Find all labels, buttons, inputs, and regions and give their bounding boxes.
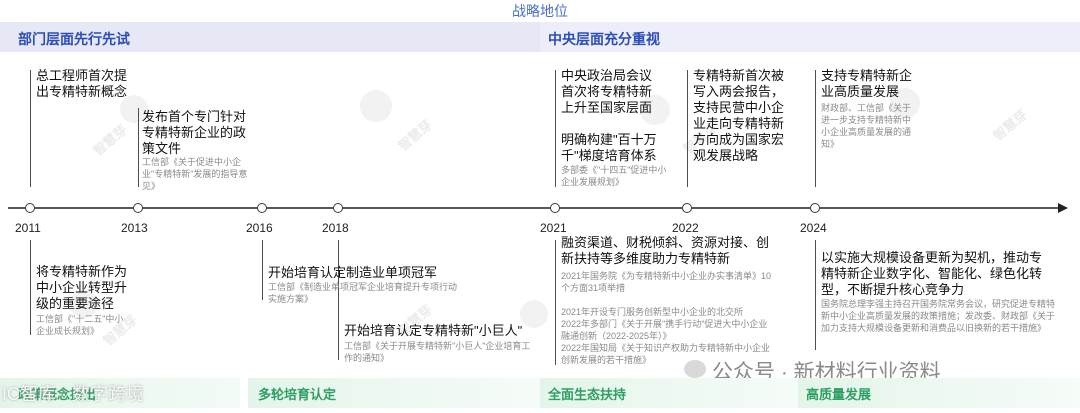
timeline-node-2024 <box>810 203 820 213</box>
year-label: 2011 <box>15 221 41 235</box>
event-2021-tier-title: 明确构建"百十万千"梯度培育体系 <box>561 132 657 163</box>
event-2021-below-note: 2021年开设专门服务创新型中小企业的北交所 <box>561 307 744 317</box>
timeline-node-2011 <box>25 203 35 213</box>
event-2022-above-title: 专精特新首次被写入两会报告，支持民营中小企业走向专精特新方向成为国家宏观发展战略 <box>693 68 785 163</box>
phase-label-left: 部门层面先行先试 <box>18 31 130 47</box>
wechat-icon <box>684 360 706 378</box>
connector-line <box>555 240 556 365</box>
connector-line <box>815 240 816 350</box>
event-2024-above-note: 财政部、工信部《关于进一步支持专精特新中小企业高质量发展的通知》 <box>821 103 912 149</box>
event-2021-below-note: 2021年国务院《为专精特新中小企业办实事清单》10个方面31项举措 <box>561 271 772 293</box>
year-label: 2024 <box>800 221 827 235</box>
corner-watermark: IC智库 · 数字跨境 <box>2 384 144 404</box>
event-2024-below-title: 以实施大规模设备更新为契机，推动专精特新企业数字化、智能化、绿色化转型，不断提升… <box>821 250 1043 297</box>
event-2011-below-title: 将专精特新作为中小企业转型升级的重要途径 <box>36 264 128 311</box>
page-title: 战略地位 <box>512 3 568 19</box>
year-label: 2016 <box>246 221 273 235</box>
event-2016-below-note: 工信部《制造业单项冠军企业培育提升专项行动实施方案》 <box>268 282 458 304</box>
event-2013-above-title: 发布首个专门针对专精特新企业的政策文件 <box>142 109 247 156</box>
year-label: 2021 <box>540 221 567 235</box>
timeline-node-2021 <box>550 203 560 213</box>
event-2018-below-note: 工信部《关于开展专精特新"小巨人"企业培育工作的通知》 <box>344 341 531 363</box>
year-label: 2022 <box>672 221 699 235</box>
connector-line <box>30 240 31 335</box>
timeline-axis <box>8 203 1068 213</box>
timeline-node-2018 <box>333 203 343 213</box>
event-2011-above-title: 总工程师首次提出专精特新概念 <box>36 68 128 99</box>
event-2021-below-note: 2022年多部门《关于开展"携手行动"促进大中小企业融通创新（2022-2025… <box>561 319 768 341</box>
event-2021-tier-note: 多部委《"十四五"促进中小企业发展规划》 <box>561 165 667 187</box>
event-2024-above-title: 支持专精特新企业高质量发展 <box>821 68 913 99</box>
watermark-text: 智慧芽 <box>990 106 1030 144</box>
event-2011-below-note: 工信部《"十二五"中小企业成长规划》 <box>36 314 124 336</box>
event-2021-below-title: 融资渠道、财税倾斜、资源对接、创新扶持等多维度助力专精特新 <box>561 235 770 266</box>
connector-line <box>815 70 816 187</box>
event-2021-above-title: 中央政治局会议首次将专精特新上升至国家层面 <box>561 68 653 115</box>
watermark-text: 智慧芽 <box>90 121 130 159</box>
event-2018-below-title: 开始培育认定专精特新"小巨人" <box>344 323 523 338</box>
phase-label-bottom: 高质量发展 <box>806 387 872 402</box>
phase-label-right: 中央层面充分重视 <box>548 31 660 47</box>
phase-label-bottom: 全面生态扶持 <box>548 387 627 402</box>
watermark-text: 智慧芽 <box>395 116 435 154</box>
year-label: 2013 <box>121 221 148 235</box>
connector-line <box>262 240 263 300</box>
timeline-node-2022 <box>682 203 692 213</box>
event-2016-below-title: 开始培育认定制造业单项冠军 <box>268 265 438 280</box>
connector-line <box>30 70 31 187</box>
watermark-logo <box>360 90 392 122</box>
connector-line <box>138 108 139 187</box>
timeline-node-2013 <box>133 203 143 213</box>
event-2013-above-note: 工信部《关于促进中小企业"专精特新"发展的指导意见》 <box>142 157 248 191</box>
year-label: 2018 <box>322 221 349 235</box>
connector-line <box>687 70 688 187</box>
phase-label-bottom: 多轮培育认定 <box>258 387 337 402</box>
timeline-node-2016 <box>257 203 267 213</box>
event-2024-below-note: 国务院总理李强主持召开国务院常务会议，研究促进专精特新中小企业高质量发展的政策措… <box>821 299 1056 333</box>
connector-line <box>555 70 556 187</box>
